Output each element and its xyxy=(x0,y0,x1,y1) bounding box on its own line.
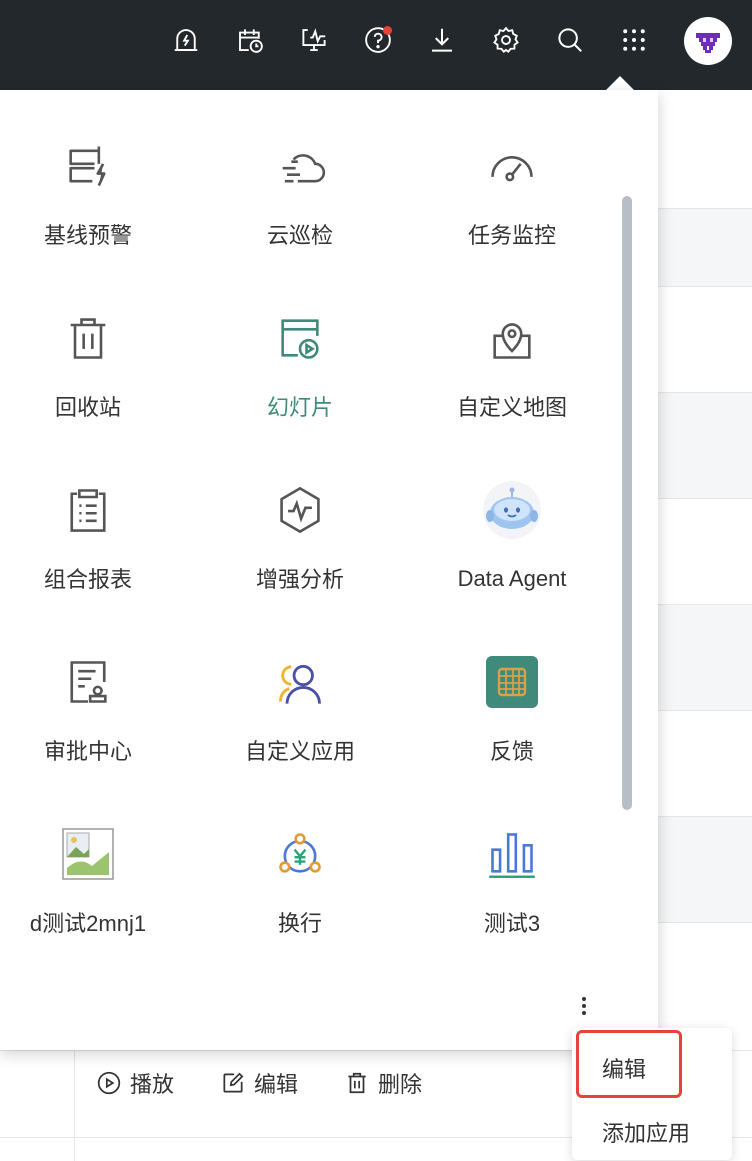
monitor-icon xyxy=(302,28,326,51)
dropdown-caret xyxy=(606,76,634,90)
app-label: 组合报表 xyxy=(43,567,132,592)
play-icon xyxy=(97,1071,121,1095)
app-label: 换行 xyxy=(277,911,322,936)
app-launcher-panel: 基线预警 云巡检 任务监控 回收站 幻灯片 自定义地图 组合报表 增强分析 Da… xyxy=(0,90,658,1050)
app-label: 测试3 xyxy=(483,911,541,936)
custom-app-icon xyxy=(270,652,330,712)
app-grid-button[interactable] xyxy=(614,20,654,60)
app-item-feedback[interactable]: 反馈 xyxy=(412,652,612,792)
menu-item-label: 添加应用 xyxy=(602,1121,691,1146)
task-monitor-icon xyxy=(482,136,542,196)
app-label: 审批中心 xyxy=(43,739,132,764)
delete-button[interactable]: 删除 xyxy=(344,1067,422,1099)
app-item-task-monitor[interactable]: 任务监控 xyxy=(412,136,612,276)
app-label: 幻灯片 xyxy=(266,395,333,420)
table-row xyxy=(658,208,752,286)
scrollbar[interactable] xyxy=(622,196,632,810)
settings-icon xyxy=(493,26,519,54)
app-label: 自定义地图 xyxy=(456,395,567,420)
app-label: d测试2mnj1 xyxy=(29,911,147,936)
play-button[interactable]: 播放 xyxy=(96,1067,174,1099)
approval-center-icon xyxy=(58,652,118,712)
app-label: 反馈 xyxy=(489,739,534,764)
download-icon xyxy=(432,28,452,52)
custom-map-icon xyxy=(482,308,542,368)
settings-button[interactable] xyxy=(486,20,526,60)
app-item-custom-app[interactable]: 自定义应用 xyxy=(200,652,400,792)
search-icon xyxy=(558,28,582,52)
cloud-inspection-icon xyxy=(270,136,330,196)
divider xyxy=(657,286,752,287)
monitor-button[interactable] xyxy=(294,20,334,60)
top-navbar xyxy=(0,0,752,90)
edit-icon xyxy=(223,1072,244,1093)
divider xyxy=(657,208,752,209)
help-button[interactable] xyxy=(358,20,398,60)
enhanced-analysis-icon xyxy=(270,480,330,540)
app-item-combined-report[interactable]: 组合报表 xyxy=(0,480,188,620)
divider xyxy=(657,604,752,605)
play-label: 播放 xyxy=(130,1072,175,1097)
delete-label: 删除 xyxy=(378,1072,423,1097)
recycle-bin-icon xyxy=(58,308,118,368)
yuan-network-icon xyxy=(270,824,330,884)
app-item-test-3[interactable]: 测试3 xyxy=(412,824,612,964)
divider xyxy=(657,922,752,923)
app-label: 增强分析 xyxy=(255,567,344,592)
avatar[interactable] xyxy=(684,17,732,65)
app-label: 自定义应用 xyxy=(244,739,355,764)
more-options-button[interactable] xyxy=(572,994,596,1018)
app-item-enhanced-analysis[interactable]: 增强分析 xyxy=(200,480,400,620)
download-button[interactable] xyxy=(422,20,462,60)
search-button[interactable] xyxy=(550,20,590,60)
alert-bell-icon xyxy=(174,29,198,51)
alert-bell-button[interactable] xyxy=(166,20,206,60)
app-item-baseline-alert[interactable]: 基线预警 xyxy=(0,136,188,276)
user-avatar-icon xyxy=(688,21,728,61)
divider xyxy=(657,816,752,817)
combined-report-icon xyxy=(58,480,118,540)
divider xyxy=(74,1051,75,1161)
trash-icon xyxy=(348,1072,366,1094)
table-row xyxy=(658,604,752,710)
divider xyxy=(657,710,752,711)
image-placeholder-icon xyxy=(58,824,118,884)
app-item-d-test[interactable]: d测试2mnj1 xyxy=(0,824,188,964)
app-label: 基线预警 xyxy=(43,223,132,248)
highlight-box xyxy=(576,1030,682,1098)
divider xyxy=(657,392,752,393)
menu-item-add-app[interactable]: 添加应用 xyxy=(572,1104,732,1160)
bar-chart-icon xyxy=(482,824,542,884)
app-item-data-agent[interactable]: Data Agent xyxy=(412,480,612,620)
app-label: 回收站 xyxy=(54,395,121,420)
feedback-icon xyxy=(482,652,542,712)
table-row xyxy=(658,816,752,922)
table-row xyxy=(658,392,752,498)
edit-button[interactable]: 编辑 xyxy=(220,1067,298,1099)
edit-label: 编辑 xyxy=(254,1072,299,1097)
app-item-custom-map[interactable]: 自定义地图 xyxy=(412,308,612,448)
app-label: Data Agent xyxy=(457,566,567,591)
schedule-button[interactable] xyxy=(230,20,270,60)
app-item-recycle-bin[interactable]: 回收站 xyxy=(0,308,188,448)
slideshow-icon xyxy=(270,308,330,368)
app-item-cloud-inspection[interactable]: 云巡检 xyxy=(200,136,400,276)
app-grid-icon xyxy=(623,29,645,51)
notification-badge xyxy=(383,26,392,35)
schedule-calendar-icon xyxy=(239,29,263,53)
divider xyxy=(657,498,752,499)
app-label: 云巡检 xyxy=(266,223,333,248)
baseline-alert-icon xyxy=(58,136,118,196)
app-item-approval-center[interactable]: 审批中心 xyxy=(0,652,188,792)
app-label: 任务监控 xyxy=(467,223,556,248)
app-item-slideshow[interactable]: 幻灯片 xyxy=(200,308,400,448)
data-agent-robot-icon xyxy=(482,480,542,540)
app-item-line-break[interactable]: 换行 xyxy=(200,824,400,964)
